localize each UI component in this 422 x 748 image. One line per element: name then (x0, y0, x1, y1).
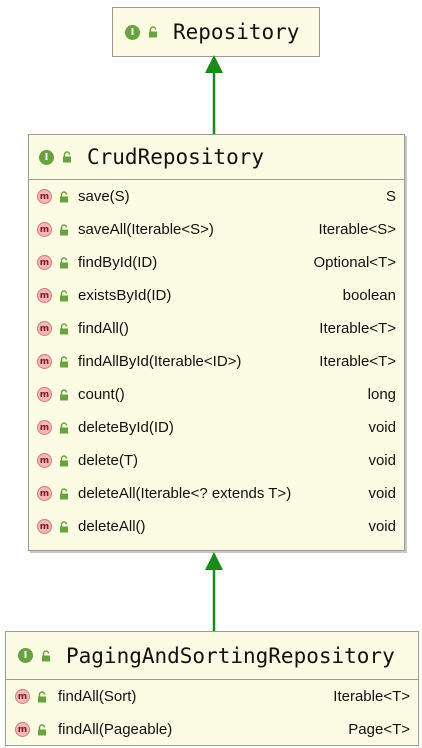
node-crud-repository-header: I CrudRepository (29, 135, 404, 180)
method-icon: m (37, 519, 52, 534)
method-signature: findAll() (78, 320, 129, 337)
method-row[interactable]: m findAll(Sort) Iterable<T> (15, 680, 410, 713)
method-signature: delete(T) (78, 452, 139, 469)
method-row[interactable]: m count() long (37, 378, 396, 411)
method-row[interactable]: m existsById(ID) boolean (37, 279, 396, 312)
method-return-type: Optional<T> (313, 254, 396, 271)
method-signature: saveAll(Iterable<S>) (78, 221, 214, 238)
node-title: CrudRepository (87, 145, 265, 169)
interface-icon: I (125, 24, 140, 40)
extends-arrow-crud-to-repository (205, 55, 223, 135)
method-signature: count() (78, 386, 125, 403)
interface-icon: I (18, 648, 33, 663)
method-row[interactable]: m deleteById(ID) void (37, 411, 396, 444)
method-icon: m (37, 486, 52, 501)
method-return-type: Iterable<T> (319, 353, 396, 370)
method-signature: findAll(Sort) (58, 688, 137, 705)
method-icon: m (37, 255, 52, 270)
node-paging-header: I PagingAndSortingRepository (6, 632, 418, 680)
public-visibility-icon (36, 690, 48, 703)
method-icon: m (37, 189, 52, 204)
node-crud-repository[interactable]: I CrudRepository m save(S) S m saveAll(I… (28, 134, 405, 551)
method-return-type: boolean (342, 287, 396, 304)
method-row[interactable]: m findAllById(Iterable<ID>) Iterable<T> (37, 345, 396, 378)
method-return-type: Page<T> (348, 721, 410, 738)
public-visibility-icon (58, 355, 70, 368)
method-return-type: void (368, 452, 396, 469)
crud-method-list: m save(S) S m saveAll(Iterable<S>) Itera… (29, 180, 404, 543)
public-visibility-icon (58, 289, 70, 302)
paging-method-list: m findAll(Sort) Iterable<T> m findAll(Pa… (6, 680, 418, 746)
public-visibility-icon (58, 388, 70, 401)
method-icon: m (37, 222, 52, 237)
public-visibility-icon (58, 454, 70, 467)
node-paging-and-sorting-repository[interactable]: I PagingAndSortingRepository m findAll(S… (5, 631, 419, 746)
public-visibility-icon (58, 256, 70, 269)
method-row[interactable]: m deleteAll() void (37, 510, 396, 543)
public-visibility-icon (58, 421, 70, 434)
method-signature: deleteAll() (78, 518, 146, 535)
method-signature: deleteAll(Iterable<? extends T>) (78, 485, 292, 502)
method-icon: m (37, 321, 52, 336)
method-icon: m (15, 689, 30, 704)
method-return-type: void (368, 485, 396, 502)
method-signature: findAllById(Iterable<ID>) (78, 353, 242, 370)
node-repository-header: I Repository (113, 8, 319, 56)
method-icon: m (15, 722, 30, 737)
public-visibility-icon (61, 151, 73, 163)
method-row[interactable]: m findAll(Pageable) Page<T> (15, 713, 410, 746)
method-return-type: long (367, 386, 396, 403)
method-return-type: void (368, 518, 396, 535)
method-icon: m (37, 420, 52, 435)
node-title: Repository (173, 20, 300, 44)
method-icon: m (37, 354, 52, 369)
method-row[interactable]: m findAll() Iterable<T> (37, 312, 396, 345)
public-visibility-icon (58, 487, 70, 500)
method-return-type: Iterable<T> (319, 320, 396, 337)
method-return-type: void (368, 419, 396, 436)
public-visibility-icon (147, 26, 159, 38)
public-visibility-icon (58, 322, 70, 335)
method-icon: m (37, 288, 52, 303)
method-row[interactable]: m findById(ID) Optional<T> (37, 246, 396, 279)
public-visibility-icon (36, 723, 48, 736)
extends-arrow-paging-to-crud (205, 552, 223, 632)
public-visibility-icon (58, 190, 70, 203)
method-signature: findById(ID) (78, 254, 158, 271)
method-row[interactable]: m deleteAll(Iterable<? extends T>) void (37, 477, 396, 510)
method-signature: findAll(Pageable) (58, 721, 173, 738)
node-repository[interactable]: I Repository (112, 7, 320, 57)
method-signature: deleteById(ID) (78, 419, 174, 436)
method-row[interactable]: m saveAll(Iterable<S>) Iterable<S> (37, 213, 396, 246)
method-row[interactable]: m delete(T) void (37, 444, 396, 477)
method-return-type: Iterable<T> (333, 688, 410, 705)
method-return-type: S (385, 188, 396, 205)
interface-icon: I (39, 149, 54, 165)
public-visibility-icon (40, 649, 52, 662)
method-signature: save(S) (78, 188, 130, 205)
method-return-type: Iterable<S> (318, 221, 396, 238)
method-icon: m (37, 387, 52, 402)
node-title: PagingAndSortingRepository (66, 643, 395, 668)
method-row[interactable]: m save(S) S (37, 180, 396, 213)
public-visibility-icon (58, 223, 70, 236)
public-visibility-icon (58, 520, 70, 533)
method-signature: existsById(ID) (78, 287, 172, 304)
method-icon: m (37, 453, 52, 468)
